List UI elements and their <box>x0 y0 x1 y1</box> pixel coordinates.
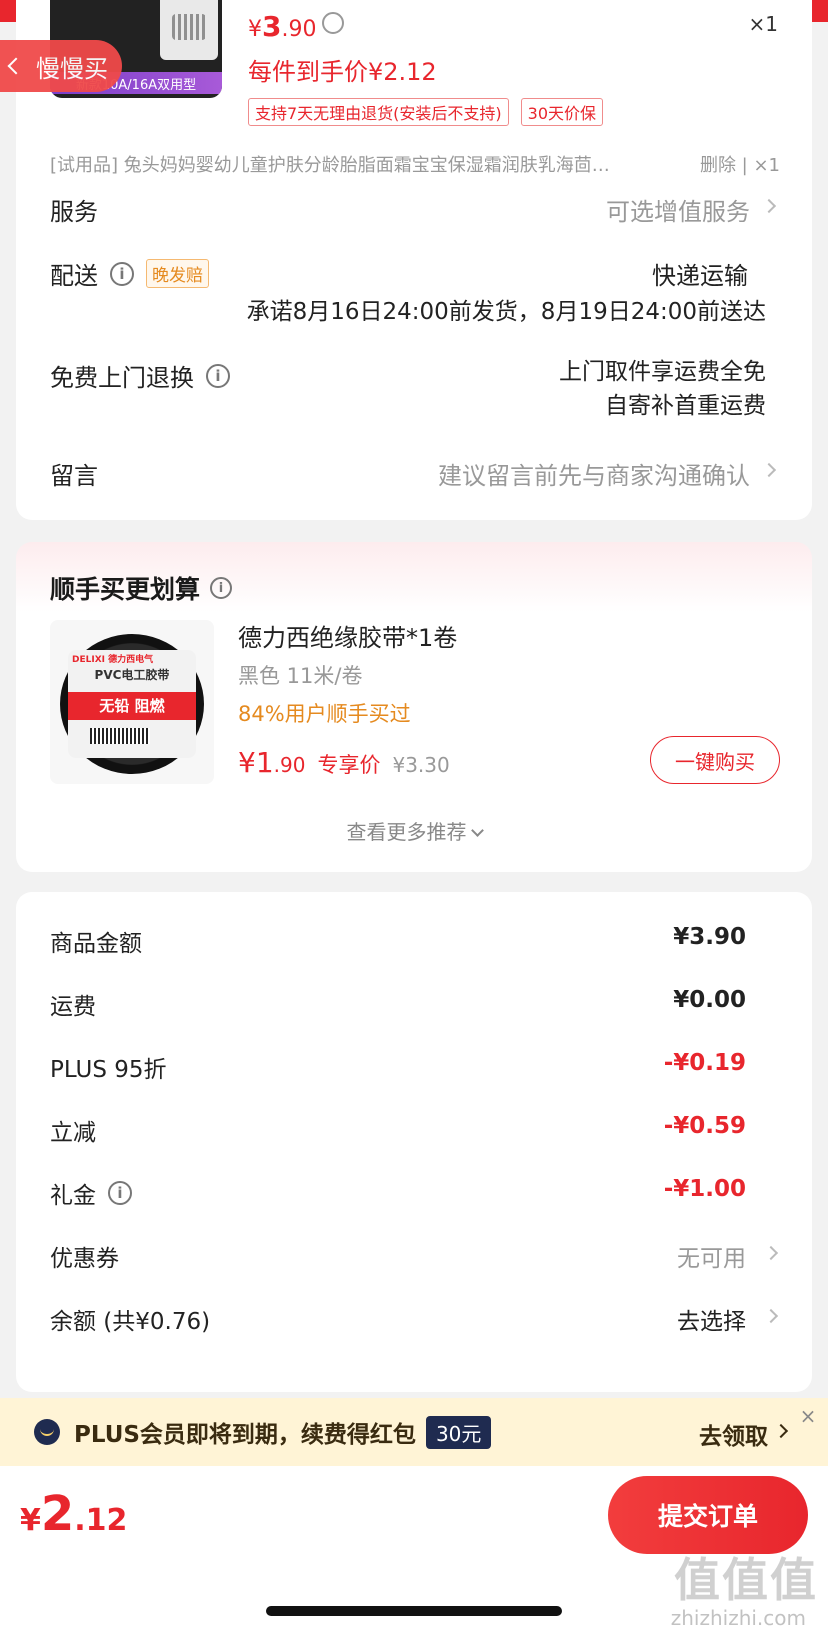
submit-order-button[interactable]: 提交订单 <box>608 1476 808 1554</box>
barcode <box>90 728 150 744</box>
amount-row: PLUS 95折 -¥0.19 <box>50 1050 746 1083</box>
return-badge: 支持7天无理由退货(安装后不支持) <box>248 98 509 126</box>
product-quantity: ×1 <box>748 12 778 36</box>
tape-pvc: PVC电工胶带 <box>94 668 170 682</box>
watermark-url: zhizhizhi.com <box>670 1606 806 1630</box>
bundle-card: 顺手买更划算 i DELIXI 德力西电气 PVC电工胶带 无铅 阻燃 德力西绝… <box>16 542 812 872</box>
free-return-label: 免费上门退换 <box>50 364 194 392</box>
plus-banner-text: PLUS会员即将到期，续费得红包 <box>74 1422 416 1448</box>
bundle-product-spec: 黑色 11米/卷 <box>238 664 363 688</box>
message-placeholder: 建议留言前先与商家沟通确认 <box>438 462 750 490</box>
tape-red-band: 无铅 阻燃 <box>68 692 196 720</box>
total-price: ¥2.12 <box>20 1486 128 1542</box>
close-icon[interactable]: × <box>794 1402 822 1430</box>
trial-item-row: [试用品] 兔头妈妈婴幼儿童护肤分龄胎脂面霜宝宝保湿霜润肤乳海茴… 删除 | ×… <box>50 151 780 177</box>
bundle-price: ¥1.90 专享价 ¥3.30 <box>238 746 450 779</box>
service-label: 服务 <box>50 198 98 226</box>
late-compensation-tag: 晚发赔 <box>146 259 209 288</box>
message-label: 留言 <box>50 462 98 490</box>
hand-price: 每件到手价¥2.12 <box>248 58 437 86</box>
one-click-buy-button[interactable]: 一键购买 <box>650 736 780 784</box>
tape-product-image[interactable]: DELIXI 德力西电气 PVC电工胶带 无铅 阻燃 <box>50 620 214 784</box>
more-recommendations[interactable]: 查看更多推荐 <box>16 816 812 845</box>
bundle-price-tag: 专享价 <box>317 753 381 777</box>
amount-row: 礼金 i -¥1.00 <box>50 1176 746 1209</box>
checkout-bar: ¥2.12 提交订单 值值值 zhizhizhi.com <box>0 1466 828 1630</box>
trial-item-name: [试用品] 兔头妈妈婴幼儿童护肤分龄胎脂面霜宝宝保湿霜润肤乳海茴… <box>50 155 610 176</box>
plus-claim-link[interactable]: 去领取 <box>699 1417 768 1451</box>
tape-label: DELIXI 德力西电气 PVC电工胶带 无铅 阻燃 <box>68 650 196 758</box>
plus-renew-banner[interactable]: PLUS会员即将到期，续费得红包 30元 去领取 × <box>0 1398 828 1466</box>
info-icon[interactable]: i <box>210 577 233 599</box>
bundle-bought-rate: 84%用户顺手买过 <box>238 702 411 726</box>
price-protect-badge: 30天价保 <box>520 98 604 126</box>
info-icon[interactable]: i <box>206 363 230 388</box>
info-icon[interactable]: i <box>110 261 134 286</box>
amount-row: 立减 -¥0.59 <box>50 1113 746 1146</box>
info-icon[interactable]: i <box>108 1181 132 1205</box>
chevron-right-icon <box>773 1423 789 1439</box>
free-return-line2: 自寄补首重运费 <box>605 393 766 419</box>
chevron-right-icon <box>763 1245 779 1261</box>
product-price: ¥3.90 <box>248 10 317 43</box>
free-return-details: 上门取件享运费全免 自寄补首重运费 <box>559 355 766 423</box>
chevron-down-icon <box>470 824 484 837</box>
delivery-label: 配送 <box>50 262 98 290</box>
watermark: 值值值 <box>674 1553 818 1607</box>
back-button[interactable]: 慢慢买 <box>0 40 122 92</box>
coupon-row[interactable]: 优惠券 无可用 <box>50 1239 779 1273</box>
trial-item-delete[interactable]: 删除 | ×1 <box>700 151 780 177</box>
product-badges: 支持7天无理由退货(安装后不支持) 30天价保 <box>248 98 604 126</box>
price-info-icon[interactable] <box>322 12 344 34</box>
chevron-right-icon <box>763 1308 779 1324</box>
plus-logo-icon <box>34 1419 60 1445</box>
chevron-left-icon <box>7 57 25 75</box>
tape-brand: DELIXI 德力西电气 <box>72 655 154 665</box>
bundle-product-name[interactable]: 德力西绝缘胶带*1卷 <box>238 618 457 653</box>
home-indicator[interactable] <box>266 1606 562 1616</box>
delivery-method: 快递运输 <box>652 262 748 290</box>
bundle-title: 顺手买更划算 i <box>50 570 233 606</box>
back-label: 慢慢买 <box>36 54 108 83</box>
bundle-old-price: ¥3.30 <box>392 753 450 777</box>
amount-row: 运费 ¥0.00 <box>50 987 746 1020</box>
delivery-promise: 承诺8月16日24:00前发货，8月19日24:00前送达 <box>246 299 766 325</box>
product-device-image <box>160 0 218 60</box>
service-value: 可选增值服务 <box>606 198 750 226</box>
amount-card: 商品金额 ¥3.90 运费 ¥0.00 PLUS 95折 -¥0.19 立减 -¥0.5… <box>16 892 812 1392</box>
amount-row: 商品金额 ¥3.90 <box>50 924 746 957</box>
free-return-line1: 上门取件享运费全免 <box>559 359 766 385</box>
balance-row[interactable]: 余额 (共¥0.76) 去选择 <box>50 1302 779 1336</box>
plus-amount-chip: 30元 <box>425 1415 492 1449</box>
